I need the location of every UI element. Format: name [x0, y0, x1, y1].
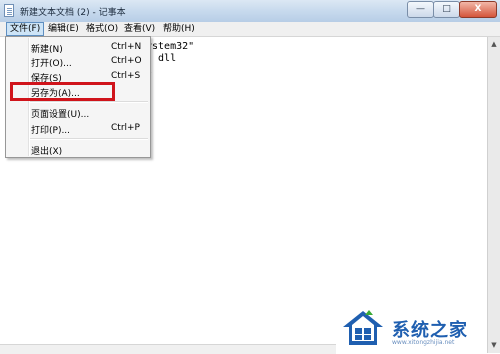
menu-item-label: 打印(P)... — [31, 126, 71, 136]
menu-view[interactable]: 查看(V) — [121, 22, 158, 36]
watermark-url: www.xitongzhijia.net — [392, 339, 455, 346]
menu-file[interactable]: 文件(F) — [6, 22, 45, 36]
site-watermark: 系统之家 www.xitongzhijia.net — [336, 304, 500, 353]
menu-separator — [30, 138, 148, 140]
notepad-window: 新建文本文档 (2) - 记事本 — □ X 文件(F) 编辑(E) 格式(O)… — [0, 0, 500, 354]
menu-item-label: 打开(O)... — [31, 59, 72, 69]
notepad-icon — [4, 4, 14, 17]
menu-help[interactable]: 帮助(H) — [160, 22, 198, 36]
menu-item-page-setup[interactable]: 页面设置(U)... — [8, 105, 148, 120]
menu-item-shortcut: Ctrl+N — [111, 42, 142, 52]
menu-separator — [30, 101, 148, 103]
title-bar[interactable]: 新建文本文档 (2) - 记事本 — □ X — [0, 0, 500, 23]
menu-edit[interactable]: 编辑(E) — [45, 22, 82, 36]
minimize-button[interactable]: — — [407, 1, 434, 18]
window-title: 新建文本文档 (2) - 记事本 — [20, 8, 126, 18]
menu-item-shortcut: Ctrl+S — [111, 71, 141, 81]
menu-item-label: 页面设置(U)... — [31, 110, 90, 120]
editor-line: ystem32" — [146, 41, 195, 52]
maximize-button[interactable]: □ — [433, 1, 460, 18]
menu-item-exit[interactable]: 退出(X) — [8, 142, 148, 157]
scroll-up-icon[interactable]: ▲ — [489, 39, 499, 49]
menu-format[interactable]: 格式(O) — [83, 22, 121, 36]
menu-bar: 文件(F) 编辑(E) 格式(O) 查看(V) 帮助(H) — [0, 22, 500, 37]
house-logo-icon — [343, 310, 383, 345]
menu-item-shortcut: Ctrl+P — [111, 123, 140, 133]
menu-item-new[interactable]: 新建(N) Ctrl+N — [8, 40, 148, 55]
menu-item-open[interactable]: 打开(O)... Ctrl+O — [8, 54, 148, 69]
menu-item-label: 退出(X) — [31, 147, 63, 157]
close-button[interactable]: X — [459, 1, 497, 18]
menu-item-print[interactable]: 打印(P)... Ctrl+P — [8, 121, 148, 136]
save-as-highlight — [10, 82, 115, 101]
menu-item-shortcut: Ctrl+O — [111, 56, 142, 66]
menu-item-save[interactable]: 保存(S) Ctrl+S — [8, 69, 148, 84]
